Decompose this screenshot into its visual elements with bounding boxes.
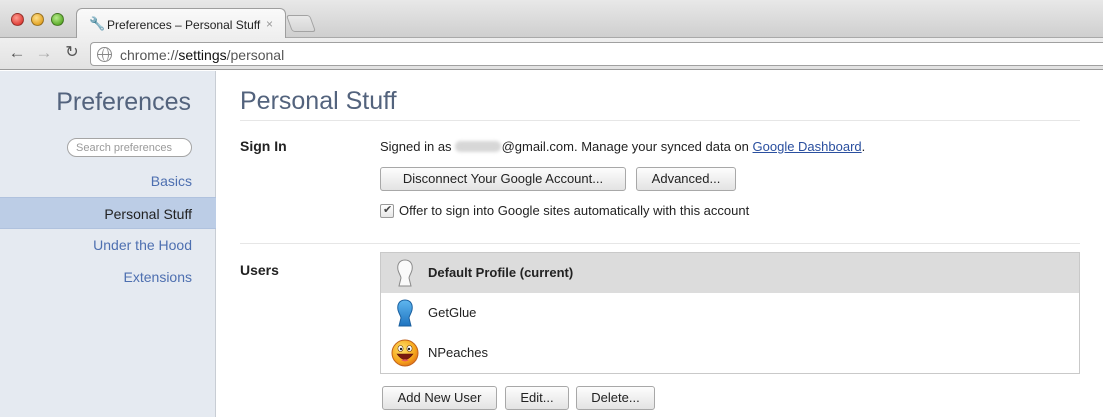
tab-title: Preferences – Personal Stuff [107, 18, 261, 32]
users-section-label: Users [240, 262, 279, 278]
redacted-username [454, 141, 501, 152]
back-arrow-icon[interactable]: ← [8, 44, 26, 62]
wrench-icon: 🔧 [89, 16, 106, 31]
sidebar-item-personal-stuff[interactable]: Personal Stuff [0, 197, 216, 229]
silhouette-white-icon [397, 259, 413, 287]
user-row[interactable]: NPeaches [381, 333, 1079, 373]
disconnect-account-button[interactable]: Disconnect Your Google Account... [380, 167, 626, 191]
settings-sidebar: Preferences Basics Personal Stuff Under … [0, 71, 216, 417]
new-tab-button[interactable] [285, 15, 317, 32]
sidebar-item-extensions[interactable]: Extensions [0, 261, 216, 293]
divider [240, 120, 1080, 121]
title-bar: 🔧 Preferences – Personal Stuff × [0, 0, 1103, 39]
google-dashboard-link[interactable]: Google Dashboard [753, 139, 862, 154]
forward-arrow-icon[interactable]: → [35, 44, 53, 62]
tab-close-icon[interactable]: × [266, 17, 273, 31]
signin-status-text: Signed in as @gmail.com. Manage your sync… [380, 139, 866, 154]
user-name: Default Profile (current) [428, 265, 574, 280]
auto-signin-option: Offer to sign into Google sites automati… [380, 203, 749, 218]
address-bar[interactable]: chrome://settings/personal [90, 42, 1103, 66]
sidebar-title: Preferences [56, 88, 191, 116]
globe-icon [97, 47, 112, 62]
signin-section-label: Sign In [240, 138, 287, 154]
browser-tab[interactable]: 🔧 Preferences – Personal Stuff × [76, 8, 286, 39]
user-name: GetGlue [428, 305, 477, 320]
sidebar-item-basics[interactable]: Basics [0, 165, 216, 197]
window-close-button[interactable] [11, 13, 24, 26]
smiley-face-icon [391, 339, 419, 367]
add-new-user-button[interactable]: Add New User [382, 386, 497, 410]
divider [240, 243, 1080, 244]
delete-user-button[interactable]: Delete... [576, 386, 655, 410]
search-preferences-input[interactable] [67, 138, 192, 157]
silhouette-blue-icon [397, 299, 413, 327]
auto-signin-checkbox[interactable] [380, 203, 394, 218]
edit-user-button[interactable]: Edit... [505, 386, 569, 410]
sidebar-item-under-the-hood[interactable]: Under the Hood [0, 229, 216, 261]
user-row[interactable]: Default Profile (current) [381, 253, 1079, 293]
page-title: Personal Stuff [240, 87, 397, 115]
reload-icon[interactable]: ↻ [63, 44, 81, 62]
users-list: Default Profile (current) GetGlue NPeach… [380, 252, 1080, 374]
settings-main: Personal Stuff Sign In Signed in as @gmai… [217, 71, 1103, 417]
window-minimize-button[interactable] [31, 13, 44, 26]
user-name: NPeaches [428, 345, 488, 360]
user-row[interactable]: GetGlue [381, 293, 1079, 333]
browser-toolbar: ← → ↻ chrome://settings/personal [0, 38, 1103, 70]
advanced-button[interactable]: Advanced... [636, 167, 736, 191]
address-url[interactable]: chrome://settings/personal [120, 47, 284, 63]
auto-signin-label: Offer to sign into Google sites automati… [399, 203, 750, 218]
window-zoom-button[interactable] [51, 13, 64, 26]
